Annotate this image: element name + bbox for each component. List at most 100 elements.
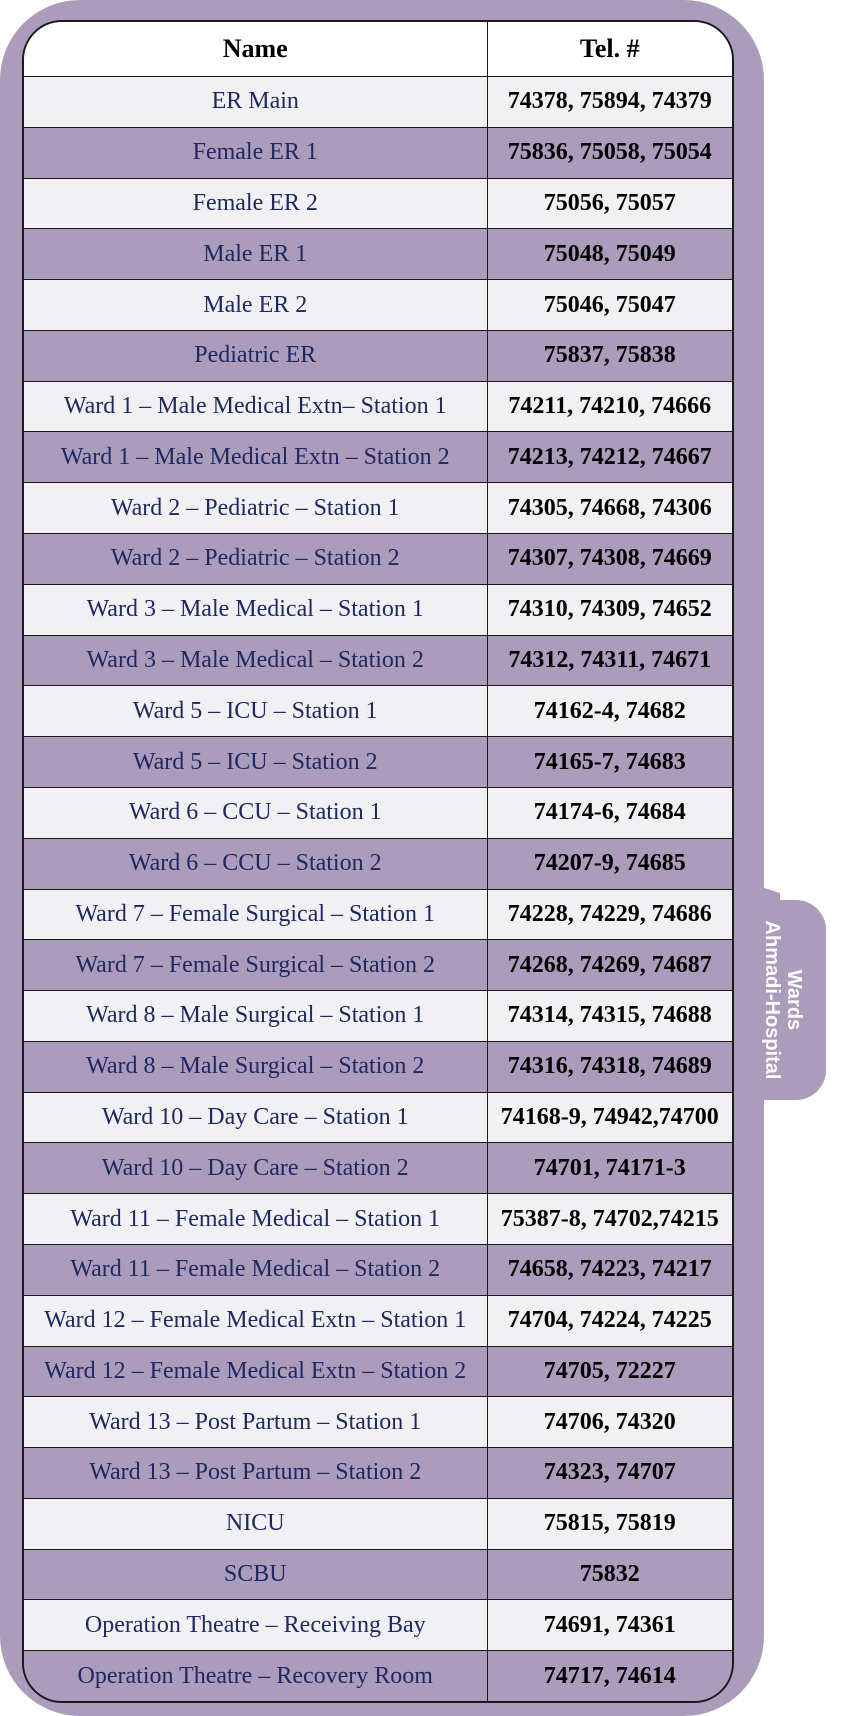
table-row: Female ER 2 75056, 75057 (24, 177, 732, 230)
ward-name-cell: Ward 10 – Day Care – Station 1 (24, 1091, 488, 1144)
phone-number-cell: 75046, 75047 (486, 279, 732, 331)
table-row: Ward 10 – Day Care – Station 2 74701, 741… (24, 1142, 732, 1195)
phone-number-cell: 75836, 75058, 75054 (486, 126, 732, 179)
phone-number-cell: 74305, 74668, 74306 (486, 482, 732, 535)
ward-name-cell: Ward 8 – Male Surgical – Station 1 (24, 990, 488, 1042)
ward-name-cell: Ward 12 – Female Medical Extn – Station … (24, 1294, 488, 1347)
phone-number-cell: 75056, 75057 (486, 177, 732, 230)
phone-number-cell: 74307, 74308, 74669 (486, 533, 732, 585)
ward-name-cell: Operation Theatre – Receiving Bay (24, 1599, 488, 1652)
phone-number-cell: 75837, 75838 (486, 329, 732, 382)
phone-number-cell: 74705, 72227 (486, 1345, 732, 1398)
table-row: Ward 6 – CCU – Station 1 74174-6, 74684 (24, 786, 732, 839)
phone-directory: Name Tel. # ER Main 74378, 75894, 74379 Fe… (22, 20, 734, 1703)
phone-number-cell: 74228, 74229, 74686 (486, 888, 732, 941)
phone-number-cell: 75815, 75819 (486, 1497, 732, 1550)
table-row: Ward 2 – Pediatric – Station 1 74305, 746… (24, 482, 732, 535)
table-row: Ward 1 – Male Medical Extn – Station 2 74… (24, 431, 732, 484)
ward-name-cell: Ward 2 – Pediatric – Station 1 (24, 482, 488, 535)
phone-number-cell: 74162-4, 74682 (486, 685, 732, 738)
ward-name-cell: Ward 7 – Female Surgical – Station 2 (24, 939, 488, 992)
phone-number-cell: 74691, 74361 (486, 1599, 732, 1652)
side-tab-label: Wards Ahmadi-Hospital (761, 921, 805, 1080)
ward-name-cell: Ward 12 – Female Medical Extn – Station … (24, 1345, 488, 1398)
phone-number-cell: 74174-6, 74684 (486, 786, 732, 839)
ward-name-cell: Ward 5 – ICU – Station 2 (24, 736, 488, 788)
ward-name-cell: Ward 13 – Post Partum – Station 2 (24, 1447, 488, 1499)
ward-name-cell: Pediatric ER (24, 329, 488, 382)
column-header-name: Name (24, 22, 488, 77)
ward-name-cell: Female ER 1 (24, 126, 488, 179)
table-row: Ward 5 – ICU – Station 1 74162-4, 74682 (24, 685, 732, 738)
phone-number-cell: 74378, 75894, 74379 (486, 76, 732, 128)
table-row: Ward 13 – Post Partum – Station 2 74323, … (24, 1447, 732, 1499)
table-row: Ward 7 – Female Surgical – Station 1 7422… (24, 888, 732, 941)
table-row: Ward 12 – Female Medical Extn – Station … (24, 1294, 732, 1347)
side-tab-title: Wards (783, 969, 805, 1031)
phone-number-cell: 74323, 74707 (486, 1447, 732, 1499)
phone-number-cell: 74706, 74320 (486, 1396, 732, 1449)
ward-name-cell: Ward 3 – Male Medical – Station 1 (24, 583, 488, 636)
phone-number-cell: 74211, 74210, 74666 (486, 380, 732, 433)
table-row: Operation Theatre – Receiving Bay 74691, … (24, 1599, 732, 1652)
ward-name-cell: Ward 3 – Male Medical – Station 2 (24, 634, 488, 687)
phone-number-cell: 75387-8, 74702,74215 (486, 1193, 732, 1245)
table-row: Pediatric ER 75837, 75838 (24, 329, 732, 382)
table-row: Male ER 2 75046, 75047 (24, 279, 732, 331)
table-row: Ward 11 – Female Medical – Station 2 7465… (24, 1243, 732, 1296)
phone-number-cell: 74268, 74269, 74687 (486, 939, 732, 992)
ward-name-cell: Ward 1 – Male Medical Extn – Station 2 (24, 431, 488, 484)
phone-number-cell: 74207-9, 74685 (486, 837, 732, 890)
table-row: Ward 6 – CCU – Station 2 74207-9, 74685 (24, 837, 732, 890)
column-header-tel: Tel. # (486, 22, 732, 77)
phone-number-cell: 74701, 74171-3 (486, 1142, 732, 1195)
side-tab-subtitle: Ahmadi-Hospital (761, 920, 783, 1080)
table-row: Ward 10 – Day Care – Station 1 74168-9, 7… (24, 1091, 732, 1144)
ward-name-cell: Ward 5 – ICU – Station 1 (24, 685, 488, 738)
phone-number-cell: 74165-7, 74683 (486, 736, 732, 788)
ward-name-cell: Ward 11 – Female Medical – Station 2 (24, 1243, 488, 1296)
ward-name-cell: Ward 1 – Male Medical Extn– Station 1 (24, 380, 488, 433)
phone-number-cell: 75832 (486, 1548, 732, 1601)
table-body: ER Main 74378, 75894, 74379 Female ER 1 758… (24, 76, 732, 1701)
ward-name-cell: Ward 10 – Day Care – Station 2 (24, 1142, 488, 1195)
ward-name-cell: Ward 11 – Female Medical – Station 1 (24, 1193, 488, 1245)
ward-name-cell: Female ER 2 (24, 177, 488, 230)
ward-name-cell: SCBU (24, 1548, 488, 1601)
phone-number-cell: 74310, 74309, 74652 (486, 583, 732, 636)
table-row: Ward 12 – Female Medical Extn – Station … (24, 1345, 732, 1398)
table-row: NICU 75815, 75819 (24, 1497, 732, 1550)
ward-name-cell: Ward 13 – Post Partum – Station 1 (24, 1396, 488, 1449)
table-row: Ward 11 – Female Medical – Station 1 7538… (24, 1193, 732, 1245)
ward-name-cell: Ward 2 – Pediatric – Station 2 (24, 533, 488, 585)
phone-number-cell: 74312, 74311, 74671 (486, 634, 732, 687)
phone-number-cell: 74717, 74614 (486, 1650, 732, 1701)
ward-name-cell: Ward 7 – Female Surgical – Station 1 (24, 888, 488, 941)
phone-number-cell: 74168-9, 74942,74700 (486, 1091, 732, 1144)
phone-number-cell: 74658, 74223, 74217 (486, 1243, 732, 1296)
table-row: Male ER 1 75048, 75049 (24, 228, 732, 281)
table-row: Ward 8 – Male Surgical – Station 1 74314,… (24, 990, 732, 1042)
table-row: Ward 1 – Male Medical Extn– Station 1 742… (24, 380, 732, 433)
table-row: Ward 3 – Male Medical – Station 2 74312, … (24, 634, 732, 687)
ward-name-cell: Ward 6 – CCU – Station 2 (24, 837, 488, 890)
table-header-row: Name Tel. # (24, 22, 732, 77)
ward-name-cell: Ward 6 – CCU – Station 1 (24, 786, 488, 839)
phone-number-cell: 74314, 74315, 74688 (486, 990, 732, 1042)
table-row: ER Main 74378, 75894, 74379 (24, 76, 732, 128)
table-row: Ward 3 – Male Medical – Station 1 74310, … (24, 583, 732, 636)
table-row: Ward 2 – Pediatric – Station 2 74307, 743… (24, 533, 732, 585)
ward-name-cell: Operation Theatre – Recovery Room (24, 1650, 488, 1701)
phone-number-cell: 75048, 75049 (486, 228, 732, 281)
phone-number-cell: 74316, 74318, 74689 (486, 1040, 732, 1093)
table-row: Ward 8 – Male Surgical – Station 2 74316,… (24, 1040, 732, 1093)
table-row: Ward 7 – Female Surgical – Station 2 7426… (24, 939, 732, 992)
ward-name-cell: ER Main (24, 76, 488, 128)
table-row: Female ER 1 75836, 75058, 75054 (24, 126, 732, 179)
ward-name-cell: Male ER 1 (24, 228, 488, 281)
table-row: Ward 5 – ICU – Station 2 74165-7, 74683 (24, 736, 732, 788)
phone-table: Name Tel. # ER Main 74378, 75894, 74379 Fe… (24, 22, 732, 1701)
ward-name-cell: Male ER 2 (24, 279, 488, 331)
table-row: SCBU 75832 (24, 1548, 732, 1601)
ward-name-cell: Ward 8 – Male Surgical – Station 2 (24, 1040, 488, 1093)
